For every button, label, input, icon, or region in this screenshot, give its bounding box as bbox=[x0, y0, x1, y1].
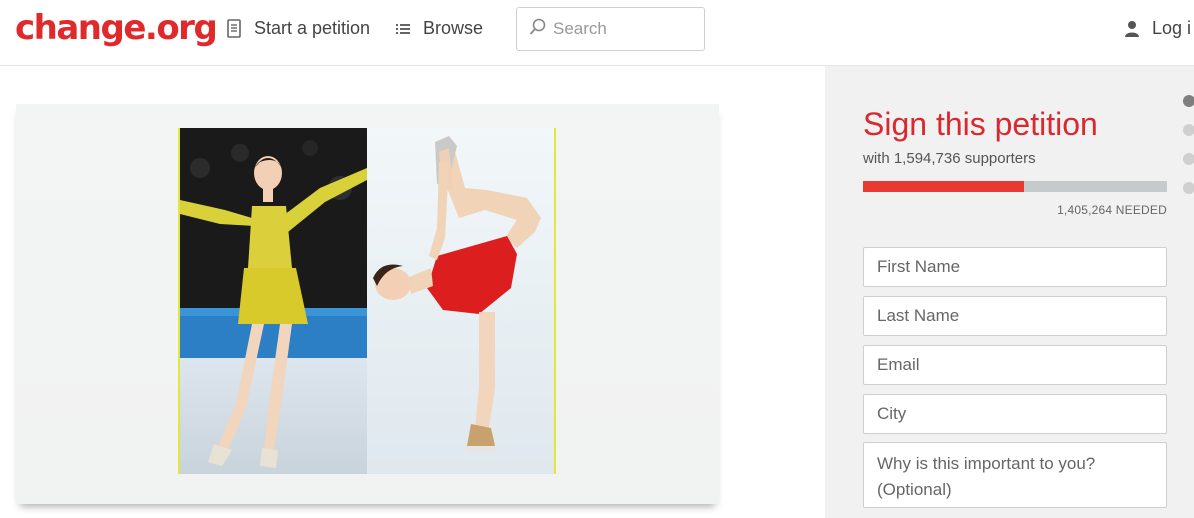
login-link[interactable]: Log i bbox=[1124, 18, 1191, 39]
user-icon bbox=[1124, 20, 1140, 38]
sign-petition-title: Sign this petition bbox=[863, 106, 1098, 142]
reason-field[interactable] bbox=[863, 442, 1167, 508]
top-header: change.org Start a petition Browse Log i bbox=[0, 0, 1194, 66]
login-label: Log i bbox=[1152, 18, 1192, 38]
side-nav-dot[interactable] bbox=[1183, 182, 1194, 194]
signatures-needed: 1,405,264 NEEDED bbox=[1057, 203, 1167, 217]
city-field[interactable] bbox=[863, 394, 1167, 434]
nav-browse-label: Browse bbox=[423, 18, 484, 38]
side-nav-dot[interactable] bbox=[1183, 153, 1194, 165]
search-box[interactable] bbox=[516, 7, 705, 51]
document-icon bbox=[226, 18, 244, 39]
search-input[interactable] bbox=[553, 19, 693, 39]
side-nav-dots bbox=[1183, 95, 1194, 211]
search-icon bbox=[529, 18, 547, 41]
nav-browse[interactable]: Browse bbox=[395, 18, 483, 39]
email-field[interactable] bbox=[863, 345, 1167, 385]
side-nav-dot[interactable] bbox=[1183, 124, 1194, 136]
first-name-field[interactable] bbox=[863, 247, 1167, 287]
change-org-logo[interactable]: change.org bbox=[15, 8, 218, 48]
nav-start-petition-label: Start a petition bbox=[254, 18, 371, 38]
signature-progress-fill bbox=[863, 181, 1025, 192]
supporters-count: with 1,594,736 supporters bbox=[863, 150, 1036, 167]
list-icon bbox=[395, 19, 413, 39]
petition-media-area bbox=[0, 66, 825, 518]
side-nav-dot[interactable] bbox=[1183, 95, 1194, 107]
sign-petition-panel: Sign this petition with 1,594,736 suppor… bbox=[825, 66, 1194, 518]
media-panel bbox=[16, 104, 719, 504]
last-name-field[interactable] bbox=[863, 296, 1167, 336]
figure-skater-yellow-photo bbox=[180, 128, 367, 474]
nav-start-petition[interactable]: Start a petition bbox=[226, 18, 370, 39]
signature-progress-bar bbox=[863, 181, 1167, 192]
figure-skater-red-photo bbox=[367, 128, 554, 474]
petition-photo[interactable] bbox=[178, 128, 556, 474]
